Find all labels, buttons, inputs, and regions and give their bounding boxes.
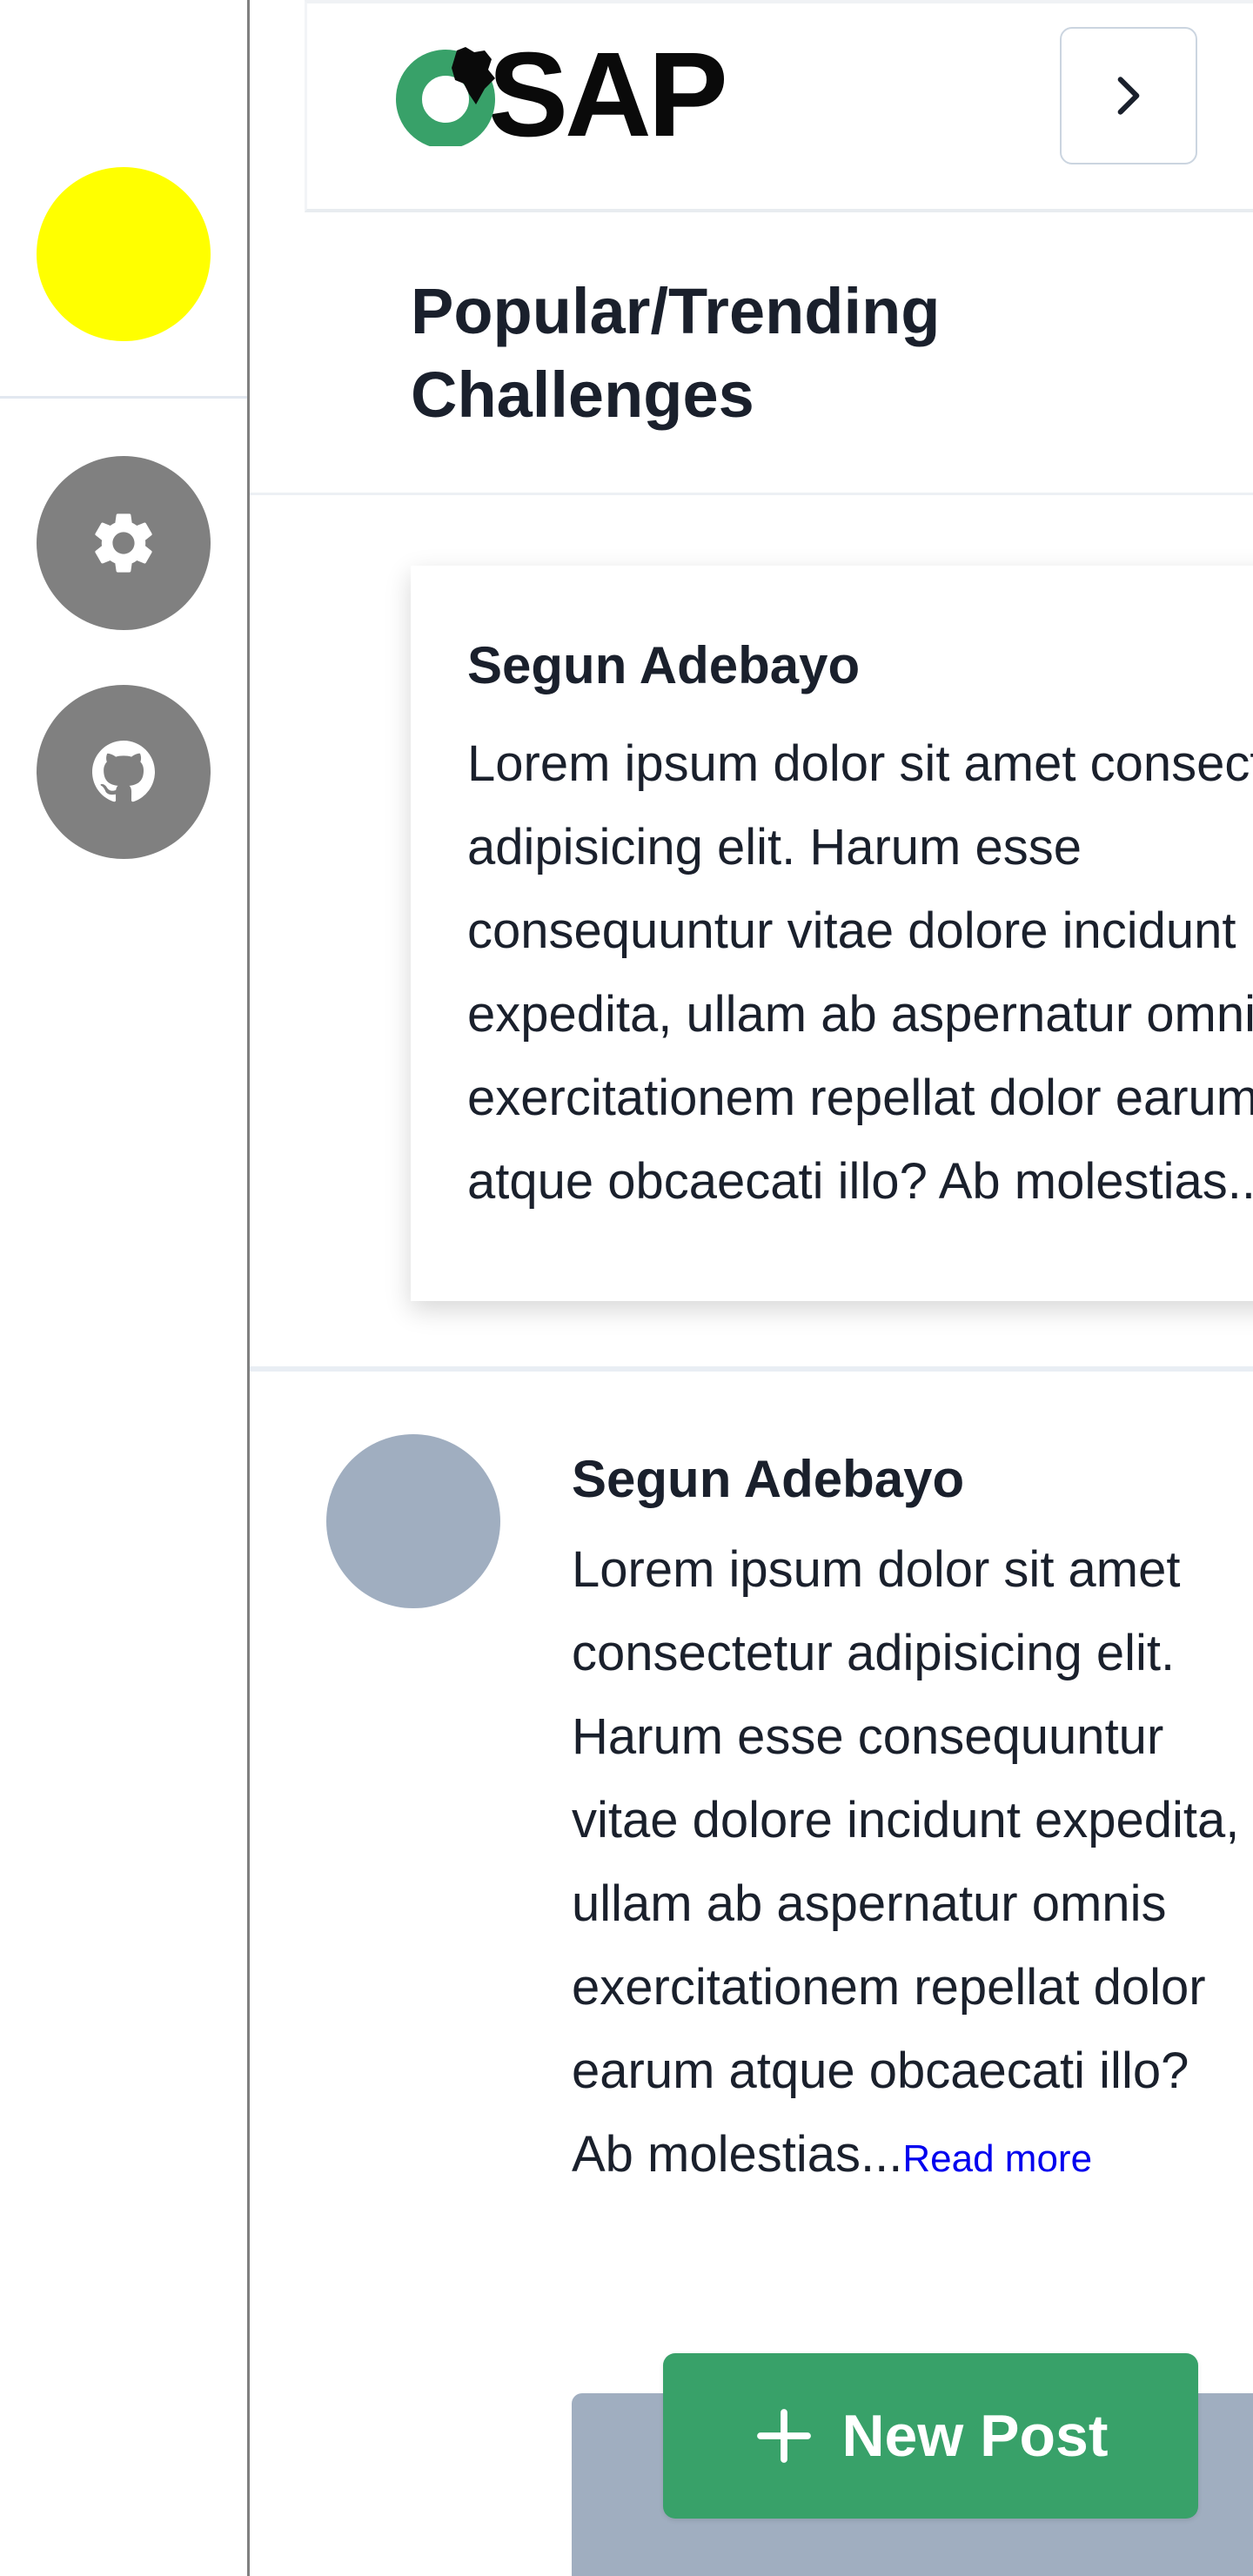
featured-challenge-card[interactable]: Segun Adebayo Lorem ipsum dolor sit amet…	[411, 566, 1253, 1301]
title-divider	[250, 493, 1253, 495]
featured-line: adipisicing elit. Harum esse	[467, 819, 1082, 875]
github-button[interactable]	[37, 685, 211, 859]
post-body-text: Lorem ipsum dolor sit amet consectetur a…	[572, 1541, 1240, 2183]
page-title-line2: Challenges	[411, 359, 754, 431]
page-title: Popular/Trending Challenges	[411, 270, 1107, 437]
logo-text: SAP	[488, 28, 728, 162]
post-author-name: Segun Adebayo	[572, 1450, 965, 1508]
featured-line: expedita, ullam ab aspernatur omnis	[467, 986, 1253, 1043]
gear-icon	[95, 513, 152, 573]
featured-author-name: Segun Adebayo	[467, 636, 861, 694]
brand-logo[interactable]: SAP	[394, 35, 728, 155]
page-title-line1: Popular/Trending	[411, 275, 941, 347]
settings-button[interactable]	[37, 456, 211, 630]
user-avatar[interactable]	[37, 167, 211, 341]
expand-panel-button[interactable]	[1060, 27, 1197, 164]
chevron-right-icon	[1117, 77, 1140, 115]
section-divider	[250, 1366, 1253, 1372]
logo-ring	[394, 44, 497, 149]
github-icon	[92, 741, 155, 802]
new-post-label: New Post	[841, 2403, 1109, 2469]
main-content: SAP Popular/Trending Challenges Segun Ad…	[250, 0, 1253, 2576]
sidebar-divider	[0, 396, 247, 399]
post-body: Lorem ipsum dolor sit amet consectetur a…	[572, 1528, 1253, 2201]
featured-line: exercitationem repellat dolor earum	[467, 1070, 1253, 1126]
featured-line: Lorem ipsum dolor sit amet consectetur	[467, 735, 1253, 792]
post-author-avatar[interactable]	[326, 1434, 500, 1608]
plus-icon	[757, 2409, 812, 2463]
top-bar: SAP	[305, 0, 1253, 212]
read-more-link[interactable]: Read more	[902, 2137, 1092, 2180]
featured-post-body: Lorem ipsum dolor sit amet consectetur a…	[467, 722, 1253, 1224]
featured-line: atque obcaecati illo? Ab molestias...	[467, 1153, 1253, 1210]
sidebar	[0, 0, 250, 2576]
new-post-button[interactable]: New Post	[663, 2353, 1198, 2519]
featured-line: consequuntur vitae dolore incidunt	[467, 902, 1236, 959]
